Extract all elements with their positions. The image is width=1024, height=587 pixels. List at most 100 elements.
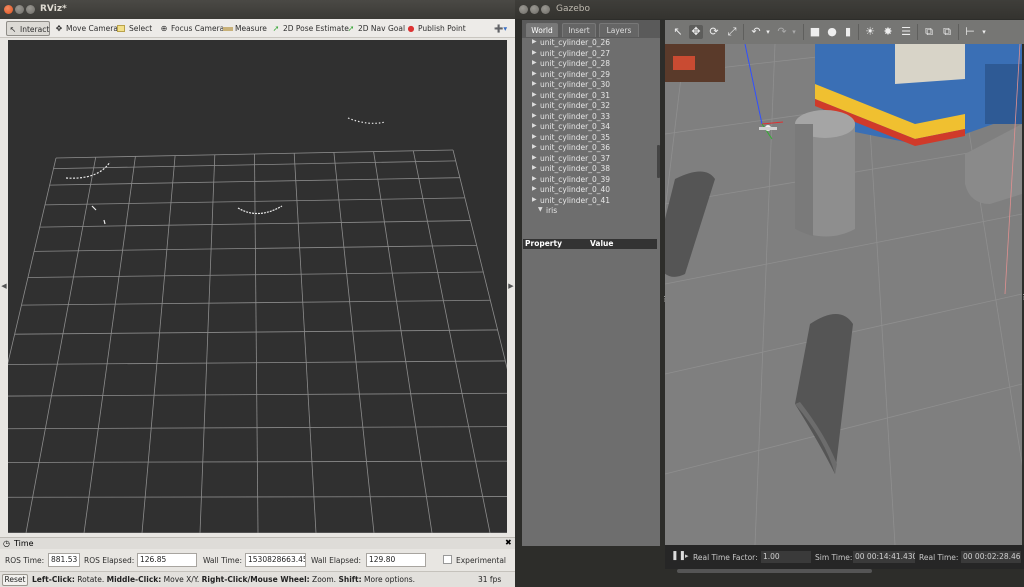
hint-middle-click: Middle-Click:	[106, 575, 162, 584]
grid-line	[412, 150, 491, 533]
right-splitter-handle[interactable]: ⋮	[1020, 293, 1024, 301]
tree-item[interactable]: ▶ unit_cylinder_0_33	[532, 112, 610, 121]
measure-tool-button[interactable]: Measure	[222, 21, 267, 36]
tree-item[interactable]: ▶ unit_cylinder_0_28	[532, 59, 610, 68]
rotate-mode-icon[interactable]: ⟳	[707, 25, 721, 39]
tree-item[interactable]: ▶ unit_cylinder_0_27	[532, 49, 610, 58]
collapse-arrow-icon[interactable]: ▼	[538, 206, 543, 213]
tree-scrollbar[interactable]	[657, 145, 660, 178]
ros-time-field[interactable]: 881.53	[48, 553, 80, 567]
pause-icon[interactable]: ❚❚	[671, 551, 686, 562]
tree-item[interactable]: ▶ unit_cylinder_0_30	[532, 80, 610, 89]
tree-item[interactable]: ▶ unit_cylinder_0_35	[532, 133, 610, 142]
expand-arrow-icon[interactable]: ▶	[532, 185, 537, 192]
box-shape-icon[interactable]: ■	[808, 25, 822, 39]
tab-world[interactable]: World	[526, 23, 558, 37]
tab-insert[interactable]: Insert	[562, 23, 596, 37]
tree-item-iris[interactable]: ▼ iris	[538, 206, 557, 215]
tree-item[interactable]: ▶ unit_cylinder_0_40	[532, 185, 610, 194]
horizontal-scrollbar[interactable]	[677, 569, 872, 573]
align-dropdown-icon[interactable]: ▾	[977, 25, 991, 39]
tree-item[interactable]: ▶ unit_cylinder_0_31	[532, 90, 611, 100]
time-panel-title: Time	[14, 539, 34, 548]
tree-item[interactable]: ▶ unit_cylinder_0_39	[532, 175, 610, 184]
ruler-icon	[223, 27, 233, 31]
expand-arrow-icon[interactable]: ▶	[532, 70, 537, 77]
expand-arrow-icon[interactable]: ▶	[532, 49, 537, 56]
expand-arrow-icon[interactable]: ▶	[532, 38, 537, 45]
ros-elapsed-field[interactable]: 126.85	[137, 553, 197, 567]
expand-arrow-icon[interactable]: ▶	[532, 59, 537, 66]
wall-elapsed-field[interactable]: 129.80	[366, 553, 426, 567]
close-panel-icon[interactable]: ✖	[505, 538, 512, 547]
expand-arrow-icon[interactable]: ▶	[532, 91, 537, 98]
rviz-window: RViz* ↖ Interact ✥ Move Camera Select ⊕ …	[0, 0, 515, 587]
add-tool-icon[interactable]: ➕▾	[494, 21, 507, 36]
panel-splitter-handle[interactable]: ⋮	[661, 296, 668, 303]
grid-line	[141, 155, 176, 533]
scale-mode-icon[interactable]: ⤢	[725, 25, 739, 39]
experimental-checkbox[interactable]	[443, 555, 452, 564]
status-bar: Reset Left-Click: Rotate. Middle-Click: …	[0, 571, 515, 587]
tree-item[interactable]: ▶ unit_cylinder_0_32	[532, 101, 610, 110]
tree-item[interactable]: ▶ unit_cylinder_0_38	[532, 164, 610, 173]
hint-left-click-desc: Rotate.	[74, 575, 107, 584]
close-window-button[interactable]	[519, 5, 528, 14]
rviz-3d-viewport[interactable]	[8, 40, 507, 533]
expand-arrow-icon[interactable]: ▶	[532, 164, 537, 171]
expand-arrow-icon[interactable]: ▶	[532, 154, 537, 161]
pose-estimate-tool-button[interactable]: ➚ 2D Pose Estimate	[270, 21, 349, 36]
redo-dropdown-icon[interactable]: ▾	[787, 25, 801, 39]
expand-arrow-icon[interactable]: ▶	[532, 122, 537, 129]
expand-arrow-icon[interactable]: ▶	[532, 80, 537, 87]
expand-arrow-icon[interactable]: ▶	[532, 196, 537, 203]
tree-item-label: unit_cylinder_0_31	[540, 90, 611, 100]
step-icon[interactable]: ▸	[685, 552, 689, 560]
spot-light-icon[interactable]: ✸	[881, 25, 895, 39]
focus-camera-tool-button[interactable]: ⊕ Focus Camera	[158, 21, 225, 36]
tree-item-label: unit_cylinder_0_36	[540, 143, 611, 152]
undo-dropdown-icon[interactable]: ▾	[761, 25, 775, 39]
interact-tool-button[interactable]: ↖ Interact	[6, 21, 50, 36]
tree-item[interactable]: ▶ unit_cylinder_0_37	[532, 154, 610, 163]
paste-icon[interactable]: ⧉	[940, 25, 954, 39]
publish-point-tool-button[interactable]: ● Publish Point	[405, 21, 466, 36]
expand-arrow-icon[interactable]: ▶	[532, 143, 537, 150]
expand-arrow-icon[interactable]: ▶	[532, 133, 537, 140]
select-box-icon	[117, 25, 125, 32]
tree-item[interactable]: ▶ unit_cylinder_0_29	[532, 70, 610, 79]
property-column-header: Property	[525, 239, 562, 248]
close-window-button[interactable]	[4, 5, 13, 14]
interact-tool-label: Interact	[20, 25, 50, 34]
nav-goal-tool-button[interactable]: ➚ 2D Nav Goal	[345, 21, 405, 36]
directional-light-icon[interactable]: ☰	[899, 25, 913, 39]
maximize-window-button[interactable]	[541, 5, 550, 14]
expand-arrow-icon[interactable]: ▶	[532, 101, 537, 108]
right-panel-collapse-icon[interactable]: ▶	[507, 282, 515, 290]
point-light-icon[interactable]: ☀	[863, 25, 877, 39]
cursor-icon: ↖	[9, 25, 17, 34]
gazebo-3d-scene[interactable]	[665, 44, 1022, 545]
copy-icon[interactable]: ⧉	[922, 25, 936, 39]
tree-item[interactable]: ▶ unit_cylinder_0_36	[532, 143, 611, 152]
align-icon[interactable]: ⊢	[963, 25, 977, 39]
sphere-shape-icon[interactable]: ●	[825, 25, 839, 39]
maximize-window-button[interactable]	[26, 5, 35, 14]
select-mode-icon[interactable]: ↖	[671, 25, 685, 39]
minimize-window-button[interactable]	[530, 5, 539, 14]
tree-item[interactable]: ▶ unit_cylinder_0_26	[532, 38, 610, 47]
select-tool-button[interactable]: Select	[116, 21, 152, 36]
minimize-window-button[interactable]	[15, 5, 24, 14]
tab-layers[interactable]: Layers	[599, 23, 639, 37]
expand-arrow-icon[interactable]: ▶	[532, 175, 537, 182]
tree-item[interactable]: ▶ unit_cylinder_0_41	[532, 196, 610, 205]
measure-tool-label: Measure	[235, 24, 267, 33]
wall-time-field[interactable]: 1530828663.45	[245, 553, 306, 567]
translate-mode-icon[interactable]: ✥	[689, 25, 703, 39]
move-camera-tool-button[interactable]: ✥ Move Camera	[53, 21, 118, 36]
tree-item[interactable]: ▶ unit_cylinder_0_34	[532, 122, 610, 131]
expand-arrow-icon[interactable]: ▶	[532, 112, 537, 119]
cylinder-shape-icon[interactable]: ▮	[841, 25, 855, 39]
reset-button[interactable]: Reset	[2, 574, 28, 586]
left-panel-collapse-icon[interactable]: ◀	[0, 282, 8, 290]
